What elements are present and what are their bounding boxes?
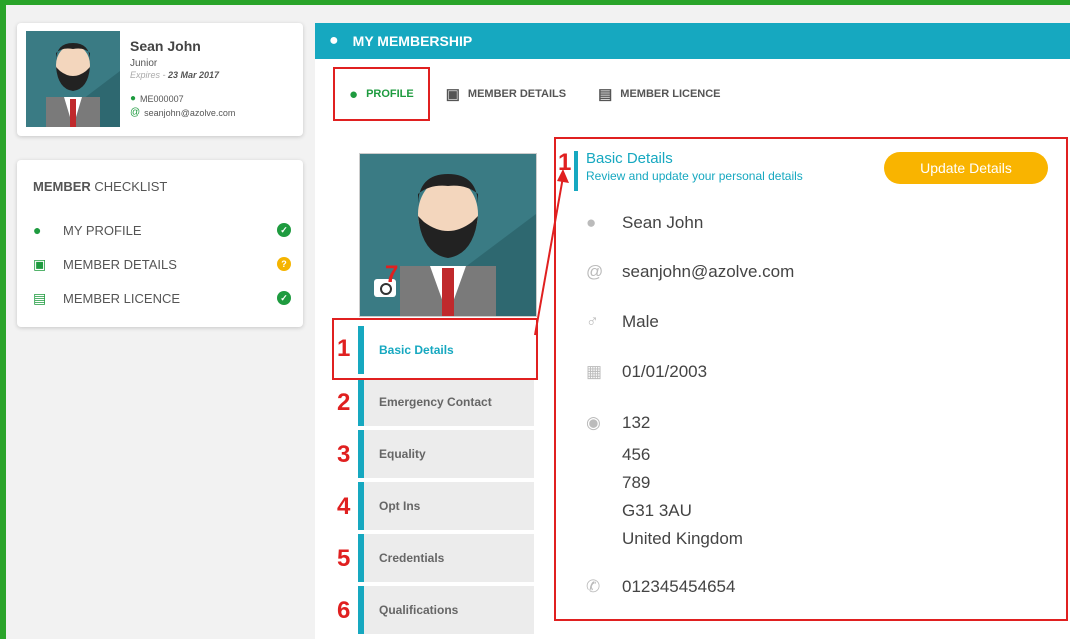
profile-expiry: Expires - 23 Mar 2017 (130, 70, 219, 80)
calendar-icon: ▦ (586, 362, 603, 381)
email-row: @ seanjohn@azolve.com (586, 262, 794, 282)
id-card-icon: ▤ (598, 86, 613, 103)
id-badge-icon: ▣ (445, 86, 460, 103)
annotation-number-1-details: 1 (558, 149, 572, 176)
annotation-number-4: 4 (337, 493, 351, 520)
subnav-basic-details[interactable]: Basic Details (358, 326, 534, 374)
address-line-2: 456 (622, 445, 651, 464)
details-subtitle: Review and update your personal details (586, 169, 803, 183)
accent-bar (574, 151, 578, 191)
expiry-date: 23 Mar 2017 (168, 70, 220, 80)
subnav-credentials[interactable]: Credentials (358, 534, 534, 582)
phone-icon: ✆ (586, 577, 601, 596)
subnav-label: Credentials (379, 551, 445, 565)
gender-value: Male (622, 312, 659, 331)
avatar (26, 31, 120, 127)
subnav-label: Qualifications (379, 603, 459, 617)
person-icon: ● (33, 222, 42, 238)
checklist-label: MEMBER LICENCE (63, 290, 181, 306)
id-badge-icon: ▣ (33, 255, 47, 272)
phone-value: 012345454654 (622, 577, 736, 596)
annotation-number-6: 6 (337, 597, 351, 624)
tab-member-details[interactable]: ▣ MEMBER DETAILS (430, 74, 582, 114)
name-value: Sean John (622, 213, 704, 232)
profile-member-id: ● ME000007 (130, 93, 184, 104)
address-line-1: 132 (622, 413, 651, 432)
subnav-label: Basic Details (379, 343, 454, 357)
annotation-number-5: 5 (337, 545, 351, 572)
profile-level: Junior (130, 58, 158, 69)
dob-value: 01/01/2003 (622, 362, 708, 381)
details-title: Basic Details (586, 150, 673, 167)
profile-email: @ seanjohn@azolve.com (130, 107, 235, 118)
subnav-opt-ins[interactable]: Opt Ins (358, 482, 534, 530)
address-line-5: United Kingdom (622, 529, 743, 548)
at-icon: @ (586, 262, 604, 281)
checklist-label: MEMBER DETAILS (63, 256, 177, 272)
tab-bar: ● PROFILE ▣ MEMBER DETAILS ▤ MEMBER LICE… (333, 67, 737, 121)
member-id-text: ME000007 (140, 93, 184, 104)
address-block: 456 789 G31 3AU United Kingdom (622, 441, 743, 553)
address-line-3: 789 (622, 473, 651, 492)
checklist-item-member-licence[interactable]: ▤ MEMBER LICENCE ✓ (33, 288, 291, 308)
person-icon: ● (349, 85, 359, 103)
main-header-title: MY MEMBERSHIP (352, 33, 473, 49)
person-icon: ● (329, 32, 339, 49)
location-pin-icon: ◉ (586, 413, 601, 432)
member-checklist: MEMBER CHECKLIST ● MY PROFILE ✓ ▣ MEMBER… (17, 160, 303, 327)
checklist-title: MEMBER CHECKLIST (33, 179, 167, 194)
subnav-label: Equality (379, 447, 426, 461)
checklist-title-bold: MEMBER (33, 179, 91, 194)
phone-row: ✆ 012345454654 (586, 577, 735, 597)
checklist-item-my-profile[interactable]: ● MY PROFILE ✓ (33, 220, 291, 240)
annotation-number-7: 7 (385, 261, 399, 288)
email-text: seanjohn@azolve.com (144, 107, 236, 118)
gender-row: ♂ Male (586, 312, 659, 332)
tab-member-licence[interactable]: ▤ MEMBER LICENCE (582, 74, 736, 114)
name-row: ● Sean John (586, 213, 703, 233)
email-value: seanjohn@azolve.com (622, 262, 795, 281)
question-icon: ? (277, 257, 291, 271)
checklist-title-rest: CHECKLIST (90, 179, 168, 194)
basic-details-panel: 1 Basic Details Review and update your p… (554, 137, 1068, 621)
main-header: ● MY MEMBERSHIP (315, 23, 1070, 59)
annotation-number-2: 2 (337, 389, 351, 416)
check-icon: ✓ (277, 291, 291, 305)
subnav-label: Opt Ins (379, 499, 421, 513)
checklist-item-member-details[interactable]: ▣ MEMBER DETAILS ? (33, 254, 291, 274)
main-panel: ● MY MEMBERSHIP ● PROFILE ▣ MEMBER DETAI… (315, 23, 1070, 639)
check-icon: ✓ (277, 223, 291, 237)
expiry-label: Expires - (130, 70, 169, 80)
tab-label: MEMBER DETAILS (467, 88, 567, 100)
address-line-4: G31 3AU (622, 501, 692, 520)
profile-name: Sean John (130, 38, 201, 54)
annotation-number-3: 3 (337, 441, 351, 468)
annotation-number-1: 1 (337, 335, 351, 362)
tab-label: MEMBER LICENCE (620, 88, 721, 100)
subnav-label: Emergency Contact (379, 395, 492, 409)
subnav-emergency-contact[interactable]: Emergency Contact (358, 378, 534, 426)
profile-card: Sean John Junior Expires - 23 Mar 2017 ●… (17, 23, 303, 136)
address-row: ◉ 132 (586, 413, 650, 433)
checklist-label: MY PROFILE (63, 222, 142, 238)
subnav-equality[interactable]: Equality (358, 430, 534, 478)
green-frame-left (0, 0, 6, 639)
dob-row: ▦ 01/01/2003 (586, 362, 707, 382)
tab-label: PROFILE (366, 88, 414, 100)
tab-profile[interactable]: ● PROFILE (333, 67, 430, 121)
id-card-icon: ▤ (33, 289, 47, 306)
male-icon: ♂ (586, 312, 599, 331)
person-icon: ● (586, 213, 597, 232)
person-icon: ● (130, 93, 137, 104)
update-details-button[interactable]: Update Details (884, 152, 1048, 184)
green-frame-top (0, 0, 1070, 5)
subnav-qualifications[interactable]: Qualifications (358, 586, 534, 634)
at-icon: @ (130, 107, 141, 118)
